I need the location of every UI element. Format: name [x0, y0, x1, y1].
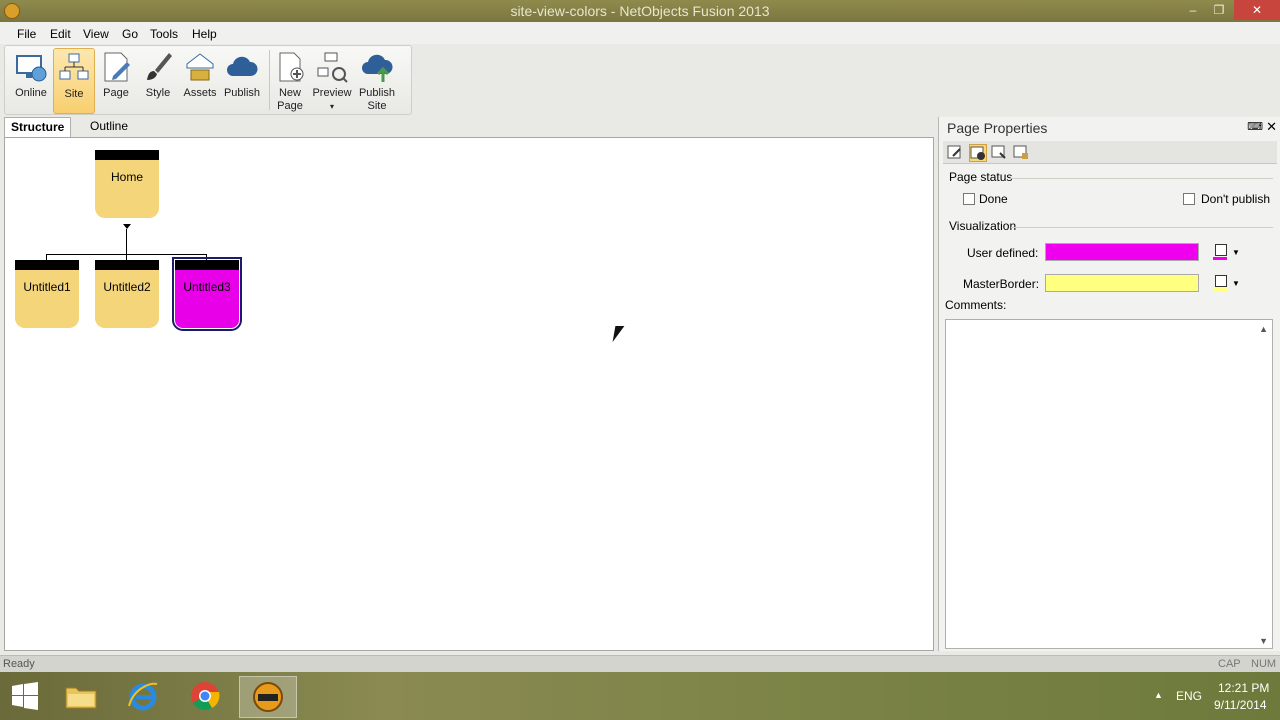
page-settings-icon[interactable] — [991, 144, 1007, 160]
properties-toolbar — [943, 141, 1277, 164]
status-bar: Ready CAP NUM — [0, 655, 1280, 673]
style-button[interactable]: Style — [137, 48, 179, 112]
language-indicator[interactable]: ENG — [1176, 689, 1202, 703]
dont-publish-label: Don't publish — [1201, 192, 1270, 206]
page-pencil-icon — [104, 52, 130, 82]
page-status-heading: Page status — [949, 170, 1013, 184]
done-checkbox[interactable] — [963, 193, 975, 205]
nof-app-icon — [253, 682, 283, 712]
preview-button[interactable]: Preview ▾ — [311, 48, 353, 112]
brush-icon — [147, 53, 172, 80]
node-label: Untitled1 — [23, 280, 71, 294]
scroll-down-icon[interactable]: ▼ — [1259, 636, 1268, 646]
node-label: Home — [110, 170, 143, 184]
site-button[interactable]: Site — [53, 48, 95, 114]
node-label: Untitled2 — [103, 280, 151, 294]
online-button[interactable]: Online — [9, 48, 53, 112]
assets-icon — [186, 53, 214, 81]
new-page-button[interactable]: New Page — [271, 48, 309, 112]
node-label: Untitled3 — [183, 280, 231, 294]
ie-icon — [128, 682, 158, 711]
connector-line — [126, 229, 127, 254]
taskbar-chrome[interactable] — [178, 676, 232, 716]
menu-edit[interactable]: Edit — [50, 27, 71, 41]
page-node-untitled2[interactable]: Untitled2 — [95, 260, 159, 328]
menu-bar: File Edit View Go Tools Help — [0, 22, 1280, 44]
page-node-untitled3[interactable]: Untitled3 — [172, 257, 242, 331]
color-picker-icon[interactable] — [1215, 244, 1227, 256]
page-properties-panel: Page Properties ⌨ ✕ Page status Done Don… — [938, 117, 1280, 651]
folder-icon — [65, 687, 97, 709]
title-bar: site-view-colors - NetObjects Fusion 201… — [0, 0, 1280, 22]
dont-publish-checkbox[interactable] — [1183, 193, 1195, 205]
menu-tools[interactable]: Tools — [150, 27, 178, 41]
window-title: site-view-colors - NetObjects Fusion 201… — [510, 3, 770, 19]
cloud-icon — [227, 56, 258, 76]
monitor-globe-icon — [16, 55, 47, 82]
menu-go[interactable]: Go — [122, 27, 138, 41]
chevron-down-icon[interactable]: ▼ — [1232, 248, 1240, 257]
taskbar-file-explorer[interactable] — [54, 676, 108, 716]
status-text: Ready — [3, 658, 35, 670]
page-lock-icon[interactable] — [1013, 144, 1029, 160]
show-hidden-icons-icon[interactable]: ▲ — [1154, 690, 1163, 700]
edit-page-icon[interactable] — [947, 144, 963, 160]
ribbon-separator — [269, 50, 270, 110]
comments-label: Comments: — [945, 298, 1007, 312]
user-defined-color-swatch[interactable] — [1045, 243, 1199, 261]
menu-file[interactable]: File — [17, 27, 36, 41]
assets-button[interactable]: Assets — [179, 48, 221, 112]
visualization-heading: Visualization — [949, 219, 1017, 233]
tab-outline[interactable]: Outline — [84, 117, 134, 136]
user-defined-label: User defined: — [967, 246, 1039, 260]
collapse-arrow-icon[interactable] — [123, 224, 131, 229]
ribbon-toolbar: Online Site Page Style Assets Publish Ne… — [4, 45, 412, 115]
close-panel-icon[interactable]: ✕ — [1266, 119, 1277, 135]
preview-icon — [317, 52, 348, 83]
taskbar-netobjects-fusion[interactable] — [239, 676, 297, 718]
clock-time[interactable]: 12:21 PM — [1218, 681, 1269, 695]
panel-title: Page Properties — [947, 120, 1048, 136]
menu-view[interactable]: View — [83, 27, 109, 41]
page-info-icon[interactable] — [969, 144, 987, 162]
maximize-button[interactable]: ❐ — [1206, 0, 1232, 20]
caps-indicator: CAP — [1218, 658, 1241, 670]
done-label: Done — [979, 192, 1008, 206]
chrome-icon — [191, 682, 220, 710]
taskbar: ▲ ENG 12:21 PM 9/11/2014 — [0, 672, 1280, 720]
masterborder-color-swatch[interactable] — [1045, 274, 1199, 292]
new-page-icon — [279, 52, 304, 82]
clock-date[interactable]: 9/11/2014 — [1214, 698, 1267, 712]
tab-structure[interactable]: Structure — [4, 117, 72, 137]
minimize-button[interactable]: – — [1180, 0, 1206, 20]
taskbar-internet-explorer[interactable] — [116, 676, 170, 716]
chevron-down-icon[interactable]: ▼ — [1232, 279, 1240, 288]
scroll-up-icon[interactable]: ▲ — [1259, 324, 1268, 334]
pin-icon[interactable]: ⌨ — [1247, 120, 1263, 133]
site-tree-icon — [59, 53, 89, 80]
numlock-indicator: NUM — [1251, 658, 1277, 670]
publish-button[interactable]: Publish — [221, 48, 263, 112]
comments-textarea[interactable]: ▲ ▼ — [945, 319, 1273, 649]
close-button[interactable]: ✕ — [1234, 0, 1280, 20]
chevron-down-icon: ▾ — [329, 102, 334, 111]
menu-help[interactable]: Help — [192, 27, 217, 41]
color-picker-icon[interactable] — [1215, 275, 1227, 287]
masterborder-label: MasterBorder: — [963, 277, 1040, 291]
publish-site-button[interactable]: Publish Site — [355, 48, 399, 112]
windows-logo-icon — [12, 682, 38, 710]
start-button[interactable] — [0, 676, 50, 716]
page-node-home[interactable]: Home — [95, 150, 159, 218]
cloud-upload-icon — [362, 54, 393, 82]
site-structure-canvas[interactable]: Home Untitled1 Untitled2 Untitled3 — [4, 137, 934, 651]
page-node-untitled1[interactable]: Untitled1 — [15, 260, 79, 328]
page-button[interactable]: Page — [95, 48, 137, 112]
